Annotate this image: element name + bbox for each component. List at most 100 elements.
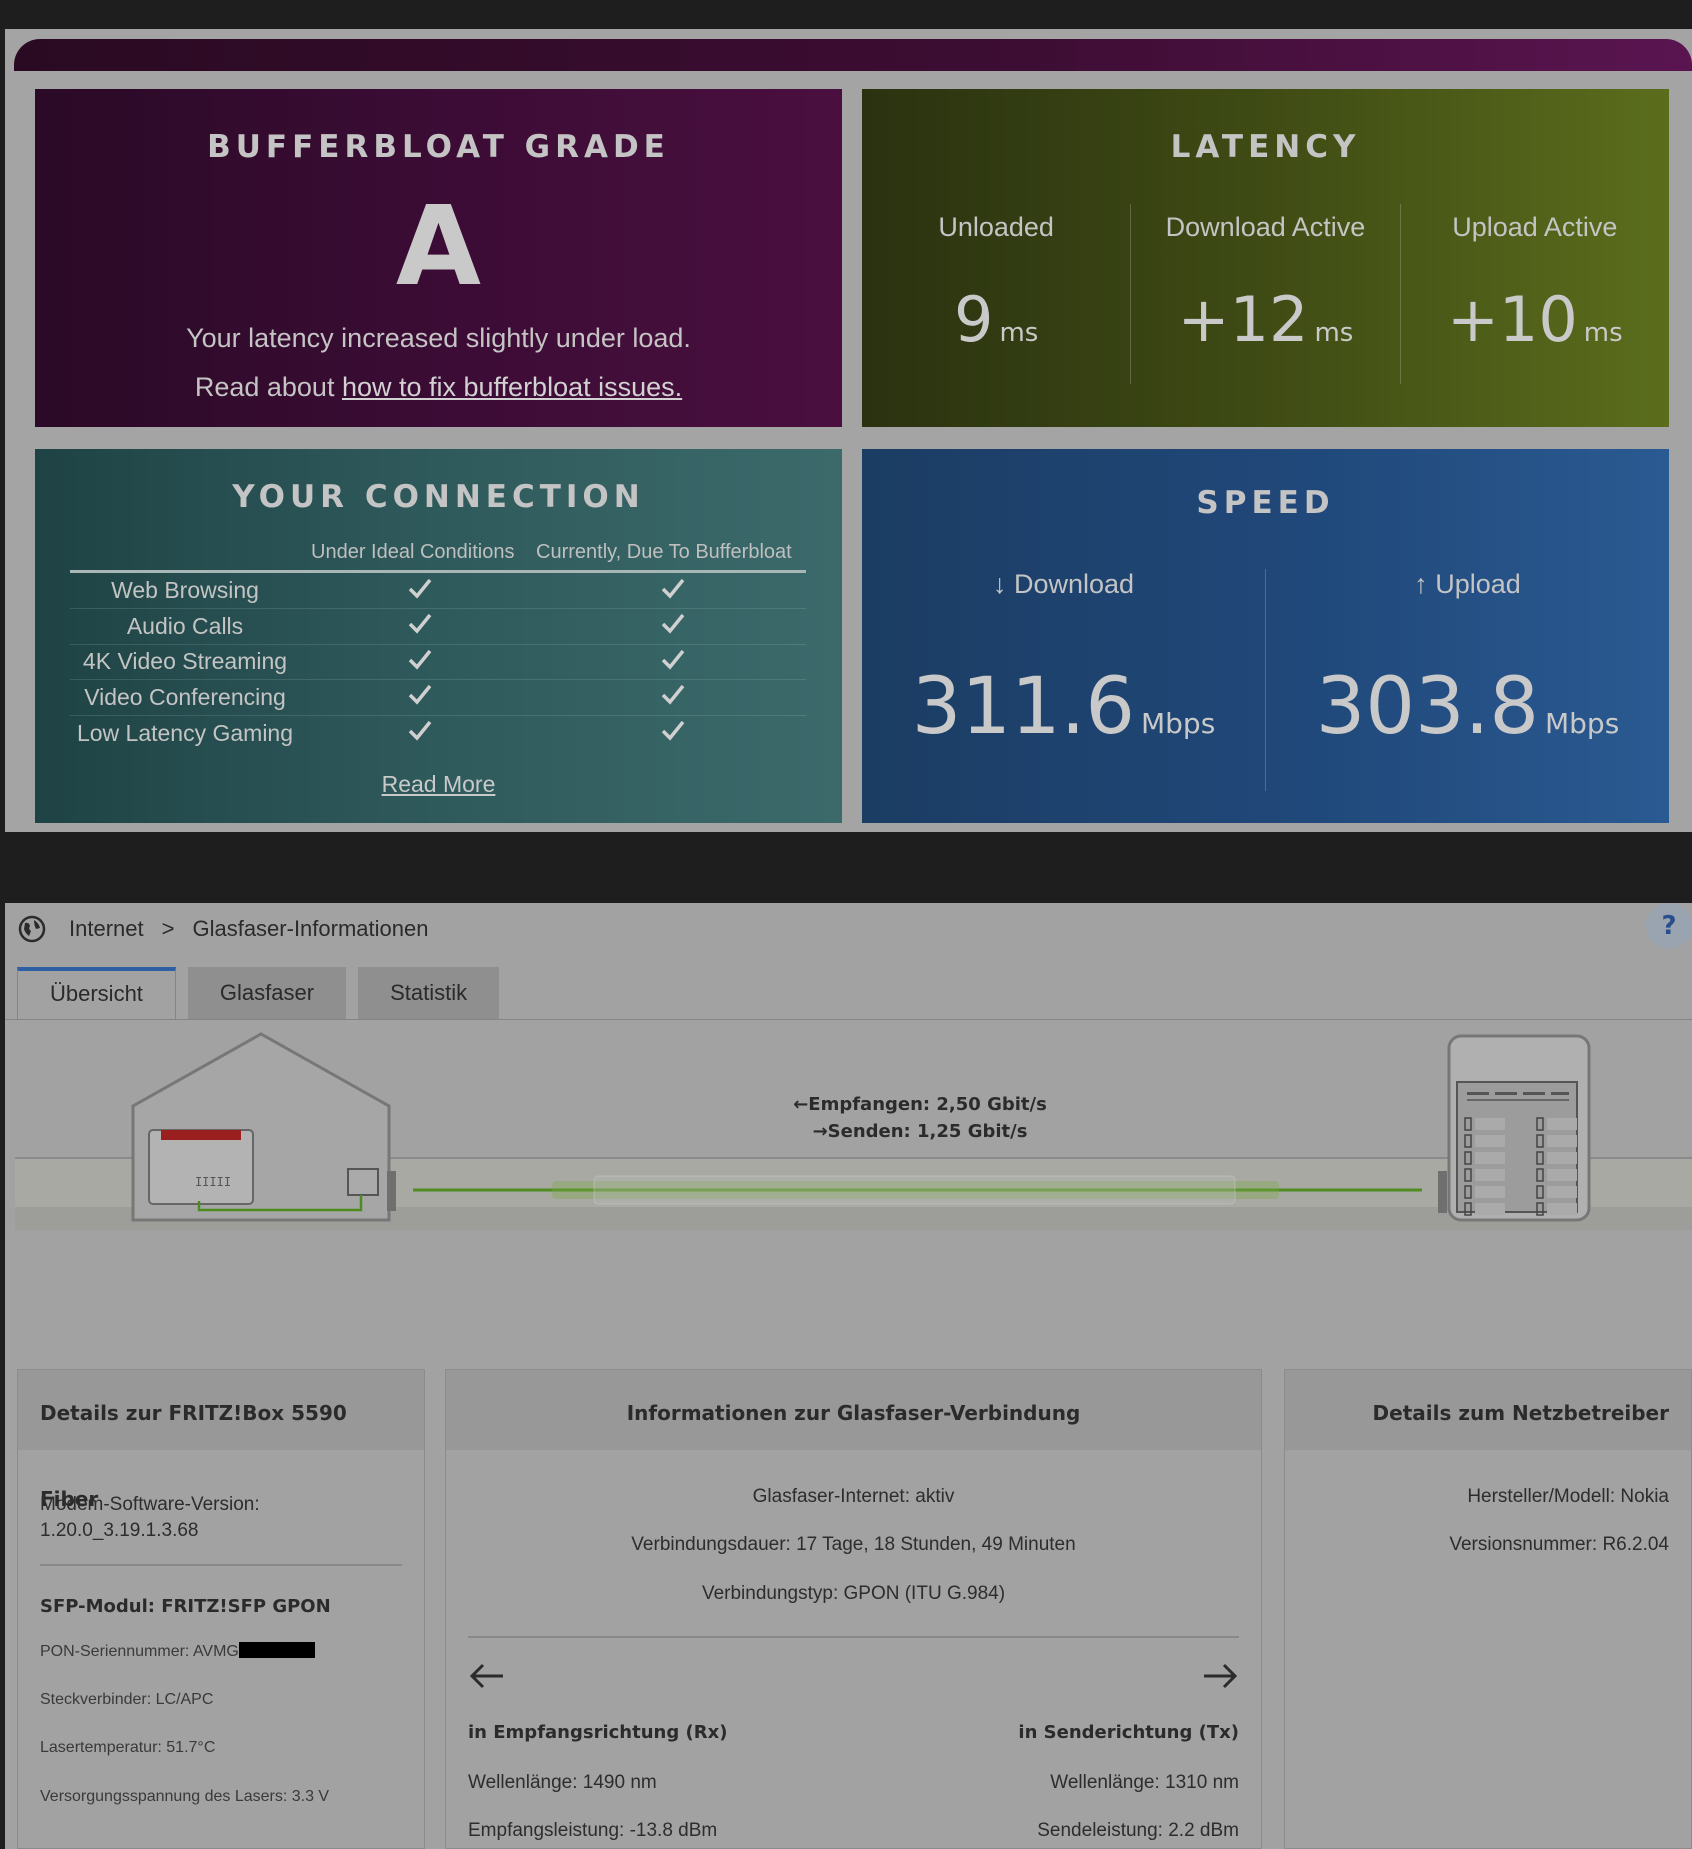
- modem-software-version: Modem-Software-Version: 1.20.0_3.19.1.3.…: [40, 1492, 400, 1544]
- use-case-name: Audio Calls: [70, 608, 300, 645]
- pon-serial-text: PON-Seriennummer: AVMG: [40, 1643, 239, 1660]
- modem-value: 1.20.0_3.19.1.3.68: [40, 1520, 199, 1541]
- fiber-socket-icon: [347, 1168, 379, 1196]
- house-port: [387, 1171, 396, 1211]
- check-icon: [540, 715, 806, 751]
- speed-title: SPEED: [1196, 485, 1335, 521]
- divider: [468, 1636, 1239, 1638]
- column-header-ideal: Under Ideal Conditions: [311, 541, 515, 563]
- table-row: Low Latency Gaming: [70, 715, 806, 751]
- column-header-current: Currently, Due To Bufferbloat: [536, 541, 792, 563]
- fix-bufferbloat-link[interactable]: how to fix bufferbloat issues.: [342, 372, 682, 402]
- tab-statistik[interactable]: Statistik: [358, 967, 500, 1019]
- check-icon: [300, 679, 540, 716]
- breadcrumb-current: Glasfaser-Informationen: [192, 916, 429, 941]
- breadcrumb: Internet > Glasfaser-Informationen: [17, 911, 428, 947]
- fiber-connection-card: Informationen zur Glasfaser-Verbindung G…: [445, 1369, 1262, 1849]
- latency-panel: LATENCY Unloaded 9 ms Download Active +12…: [862, 89, 1669, 427]
- upload-unit: Mbps: [1545, 707, 1620, 740]
- fiber-connection-diagram: IIIII ←Empfangen: 2,50 Gbit/s →Senden: 1…: [15, 1032, 1692, 1230]
- laser-voltage: Versorgungsspannung des Lasers: 3.3 V: [40, 1788, 330, 1805]
- card-title: Details zur FRITZ!Box 5590 Fiber: [18, 1370, 424, 1511]
- fritzbox-fiber-page: Internet > Glasfaser-Informationen ? Übe…: [5, 903, 1692, 1849]
- check-icon: [300, 573, 540, 609]
- card-title: Informationen zur Glasfaser-Verbindung: [446, 1370, 1261, 1450]
- redacted-block: [238, 1642, 315, 1658]
- olt-slot-body: [1475, 1135, 1505, 1147]
- tab-glasfaser[interactable]: Glasfaser: [187, 967, 347, 1019]
- tx-power: Sendeleistung: 2.2 dBm: [1037, 1820, 1239, 1841]
- olt-slot-body: [1547, 1118, 1577, 1130]
- upload-value: 303.8: [1315, 662, 1539, 752]
- check-icon: [540, 608, 806, 645]
- olt-slot-body: [1547, 1186, 1577, 1198]
- operator-manufacturer: Hersteller/Modell: Nokia: [1467, 1486, 1669, 1507]
- laser-temperature: Lasertemperatur: 51.7°C: [40, 1739, 216, 1756]
- latency-unit: ms: [1583, 318, 1623, 348]
- olt-slot-body: [1475, 1203, 1505, 1215]
- olt-slot-body: [1547, 1152, 1577, 1164]
- send-rate: →Senden: 1,25 Gbit/s: [813, 1121, 1028, 1142]
- latency-value: +12: [1177, 283, 1309, 356]
- divider: [40, 1564, 402, 1566]
- rx-power: Empfangsleistung: -13.8 dBm: [468, 1820, 718, 1841]
- upload-label: ↑ Upload: [1414, 569, 1521, 599]
- grade-description: Your latency increased slightly under lo…: [186, 323, 691, 353]
- latency-label: Download Active: [1165, 212, 1366, 242]
- download-label: ↓ Download: [992, 569, 1135, 599]
- tx-direction-title: in Senderichtung (Tx): [1018, 1722, 1239, 1743]
- fritzbox-details-card: Details zur FRITZ!Box 5590 Fiber Modem-S…: [17, 1369, 425, 1849]
- read-more-link[interactable]: Read More: [382, 771, 496, 797]
- read-prefix: Read about: [194, 372, 342, 402]
- check-icon: [540, 679, 806, 716]
- latency-upload-active: Upload Active +10 ms: [1399, 204, 1669, 384]
- table-row: Audio Calls: [70, 608, 806, 645]
- olt-slot-body: [1547, 1135, 1577, 1147]
- router-icon: IIIII: [148, 1129, 254, 1205]
- rx-wavelength: Wellenlänge: 1490 nm: [468, 1772, 657, 1793]
- check-icon: [300, 644, 540, 680]
- grade-title: BUFFERBLOAT GRADE: [207, 129, 670, 165]
- olt-slot-body: [1475, 1118, 1505, 1130]
- latency-title: LATENCY: [1170, 129, 1361, 165]
- check-icon: [540, 644, 806, 680]
- olt-slot-body: [1547, 1169, 1577, 1181]
- arrow-left-icon: [469, 1663, 503, 1689]
- olt-port: [1438, 1171, 1447, 1213]
- use-case-name: Video Conferencing: [70, 679, 300, 716]
- latency-unit: ms: [999, 318, 1039, 348]
- connection-duration: Verbindungsdauer: 17 Tage, 18 Stunden, 4…: [631, 1534, 1076, 1555]
- tab-uebersicht[interactable]: Übersicht: [17, 967, 176, 1019]
- latency-download-active: Download Active +12 ms: [1130, 204, 1399, 384]
- card-title: Details zum Netzbetreiber: [1285, 1370, 1691, 1450]
- table-row: Video Conferencing: [70, 679, 806, 716]
- connection-panel: YOUR CONNECTION Under Ideal Conditions C…: [35, 449, 842, 823]
- bufferbloat-results: BUFFERBLOAT GRADE A Your latency increas…: [5, 29, 1692, 832]
- olt-slot-body: [1475, 1169, 1505, 1181]
- olt-slot-body: [1475, 1152, 1505, 1164]
- connection-type: Verbindungstyp: GPON (ITU G.984): [701, 1583, 1006, 1604]
- download-unit: Mbps: [1141, 707, 1216, 740]
- latency-unloaded: Unloaded 9 ms: [862, 204, 1130, 384]
- operator-version: Versionsnummer: R6.2.04: [1449, 1534, 1669, 1555]
- connection-title: YOUR CONNECTION: [232, 479, 645, 515]
- connector: Steckverbinder: LC/APC: [40, 1691, 214, 1708]
- table-row: 4K Video Streaming: [70, 644, 806, 680]
- download-value: 311.6: [911, 662, 1135, 752]
- breadcrumb-internet[interactable]: Internet: [69, 916, 144, 942]
- connection-table: Web Browsing Audio Calls 4K Video Streamin…: [70, 573, 806, 751]
- sfp-module-title: SFP-Modul: FRITZ!SFP GPON: [40, 1596, 331, 1617]
- olt-slot-body: [1547, 1203, 1577, 1215]
- latency-value: +10: [1446, 283, 1578, 356]
- receive-rate: ←Empfangen: 2,50 Gbit/s: [793, 1094, 1047, 1115]
- arrow-right-icon: [1204, 1663, 1238, 1689]
- olt-slot-body: [1475, 1186, 1505, 1198]
- tx-wavelength: Wellenlänge: 1310 nm: [1050, 1772, 1239, 1793]
- help-button[interactable]: ?: [1646, 903, 1692, 949]
- download-speed: ↓ Download 311.6 Mbps: [862, 569, 1265, 791]
- rx-direction-title: in Empfangsrichtung (Rx): [468, 1722, 728, 1743]
- globe-icon: [18, 915, 46, 943]
- svg-text:IIIII: IIIII: [195, 1175, 231, 1189]
- grade-letter: A: [395, 182, 482, 310]
- network-operator-card: Details zum Netzbetreiber Hersteller/Mod…: [1284, 1369, 1692, 1849]
